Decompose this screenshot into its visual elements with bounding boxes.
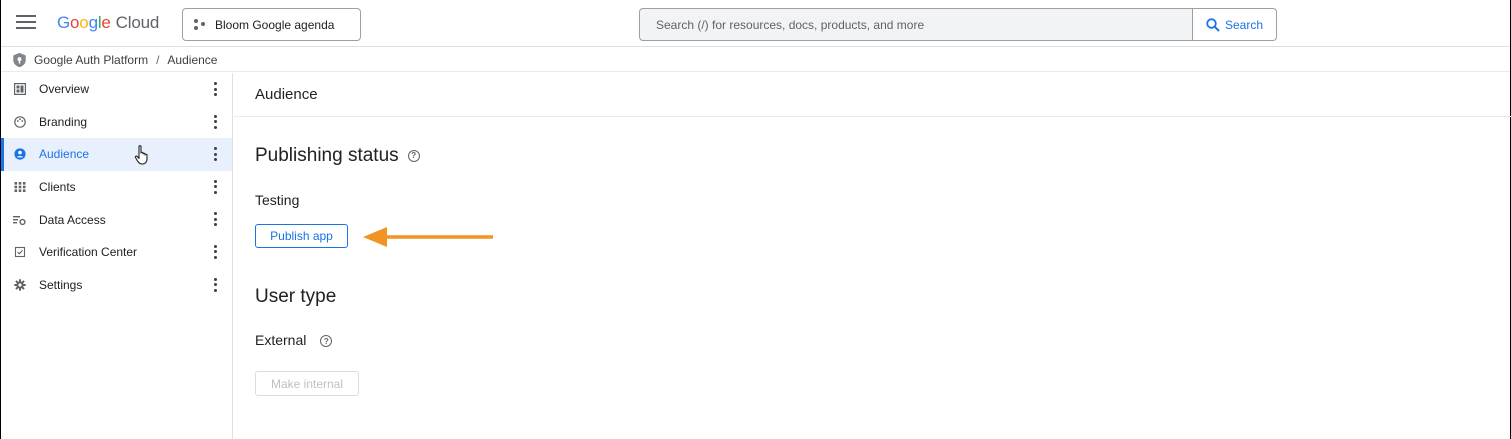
logo-cloud-text: Cloud: [115, 13, 160, 32]
dashboard-icon: [13, 83, 26, 96]
project-icon: [194, 18, 208, 31]
hand-cursor-icon: [134, 145, 148, 165]
search-icon: [1206, 17, 1220, 32]
sidebar-item-overview[interactable]: Overview: [1, 73, 232, 106]
publishing-status-value: Testing: [255, 192, 300, 208]
make-internal-button: Make internal: [255, 371, 359, 396]
search-button-label: Search: [1224, 17, 1264, 32]
sidebar-item-settings[interactable]: Settings: [1, 269, 232, 302]
more-vert-icon[interactable]: [214, 212, 218, 227]
data-access-icon: [13, 213, 26, 226]
palette-icon: [13, 115, 26, 128]
publishing-status-heading: Publishing status?: [255, 145, 420, 167]
sidebar-item-data-access[interactable]: Data Access: [1, 203, 232, 236]
google-cloud-logo[interactable]: Google Cloud: [57, 13, 159, 33]
publishing-status-title: Publishing status: [255, 145, 399, 166]
help-icon[interactable]: ?: [320, 335, 333, 348]
checkbox-icon: [13, 246, 26, 259]
main-content: Audience Publishing status? Testing Publ…: [234, 73, 1511, 439]
more-vert-icon[interactable]: [214, 244, 218, 259]
sidebar-item-clients[interactable]: Clients: [1, 171, 232, 204]
top-bar: Google Cloud Bloom Google agenda Search (…: [1, 0, 1510, 47]
grid-icon: [13, 181, 26, 194]
project-picker-button[interactable]: Bloom Google agenda: [182, 8, 361, 41]
breadcrumb-item-auth-platform[interactable]: Google Auth Platform: [34, 53, 148, 67]
gear-icon: [13, 278, 26, 291]
sidebar-item-label: Settings: [39, 277, 83, 292]
sidebar-item-label: Overview: [39, 82, 90, 97]
help-icon[interactable]: ?: [407, 149, 420, 162]
app-window: Google Cloud Bloom Google agenda Search (…: [0, 0, 1511, 439]
more-vert-icon[interactable]: [214, 277, 218, 292]
search-input[interactable]: Search (/) for resources, docs, products…: [639, 8, 1193, 41]
user-type-heading: User type: [255, 286, 337, 307]
shield-icon: [13, 52, 26, 67]
person-icon: [13, 148, 26, 161]
page-title: Audience: [234, 73, 1511, 117]
more-vert-icon[interactable]: [214, 82, 218, 96]
more-vert-icon[interactable]: [214, 114, 218, 129]
sidebar-item-branding[interactable]: Branding: [1, 106, 232, 139]
search-placeholder: Search (/) for resources, docs, products…: [656, 17, 925, 32]
sidebar-item-label: Clients: [39, 180, 76, 195]
sidebar-item-label: Branding: [39, 114, 88, 129]
sidebar-item-audience[interactable]: Audience: [1, 138, 232, 171]
hamburger-menu-icon[interactable]: [16, 15, 36, 33]
sidebar-item-label: Audience: [39, 147, 90, 162]
sidebar: Overview Branding Audience Clients Data …: [1, 73, 233, 439]
user-type-value: External: [255, 332, 307, 348]
search-button[interactable]: Search: [1192, 8, 1277, 41]
more-vert-icon[interactable]: [214, 147, 218, 162]
breadcrumb-item-audience: Audience: [167, 52, 218, 67]
sidebar-item-verification-center[interactable]: Verification Center: [1, 236, 232, 269]
sidebar-item-label: Data Access: [39, 212, 106, 227]
more-vert-icon[interactable]: [214, 179, 218, 194]
breadcrumb: Google Auth Platform / Audience: [1, 48, 1510, 72]
sidebar-item-label: Verification Center: [39, 245, 138, 260]
annotation-arrow-icon: [363, 227, 493, 247]
user-type-value-row: External?: [255, 332, 333, 348]
breadcrumb-separator: /: [156, 52, 160, 67]
publish-app-button[interactable]: Publish app: [255, 224, 348, 248]
project-name: Bloom Google agenda: [215, 17, 335, 32]
